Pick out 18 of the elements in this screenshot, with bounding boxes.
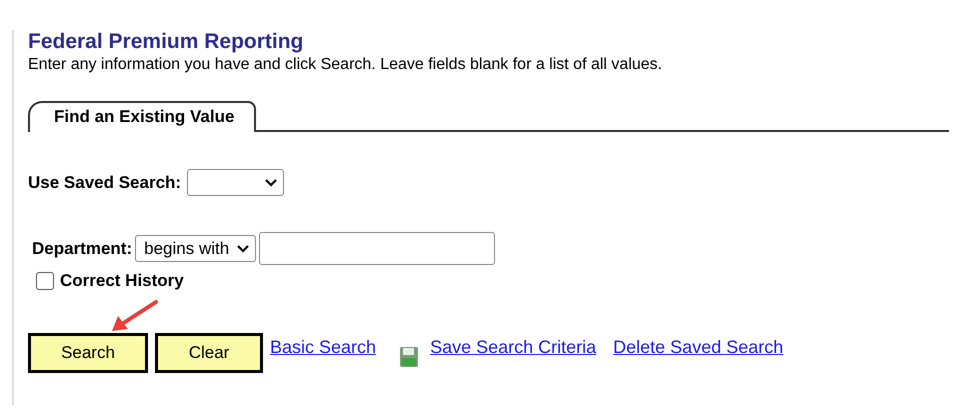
arrow-annotation bbox=[110, 300, 158, 332]
link[interactable]: Basic Search bbox=[270, 336, 376, 358]
link[interactable]: Delete Saved Search bbox=[613, 336, 784, 358]
link[interactable]: Save Search Criteria bbox=[430, 336, 596, 358]
field-label: Use Saved Search: bbox=[28, 172, 182, 192]
page-title: Federal Premium Reporting bbox=[28, 30, 304, 54]
operator-dropdown[interactable]: begins with bbox=[135, 235, 256, 262]
action-button[interactable]: Search bbox=[28, 333, 148, 373]
saved-search-dropdown[interactable] bbox=[187, 169, 284, 196]
field-label: Department: bbox=[32, 238, 132, 258]
tab[interactable]: Find an Existing Value bbox=[28, 101, 256, 132]
checkbox[interactable] bbox=[36, 272, 54, 290]
action-button[interactable]: Clear bbox=[155, 333, 263, 373]
department-input[interactable] bbox=[259, 232, 496, 265]
chevron-icon bbox=[237, 244, 250, 252]
checkbox-label: Correct History bbox=[60, 271, 184, 291]
chevron-icon bbox=[265, 178, 278, 186]
instructions: Enter any information you have and click Search. Leave fields blank for a list of all values. bbox=[28, 56, 664, 74]
